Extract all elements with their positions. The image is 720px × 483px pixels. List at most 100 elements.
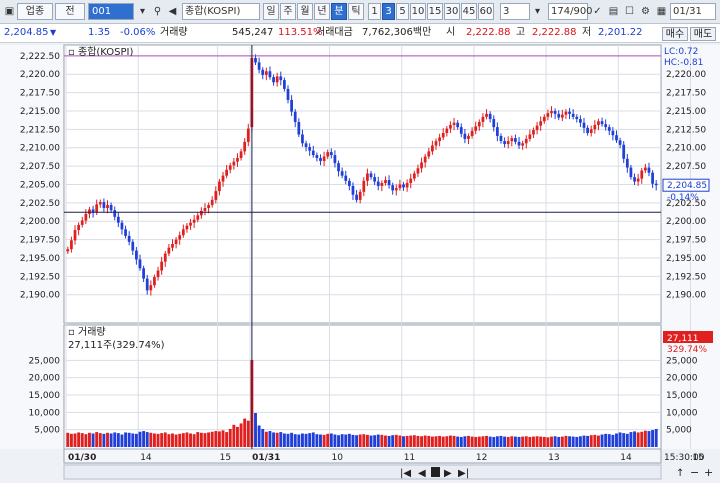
volume-bar (510, 436, 514, 447)
period-button-4[interactable]: 분 (331, 3, 347, 20)
chevron-down-icon[interactable]: ▾ (530, 3, 545, 20)
candle-body (178, 235, 182, 240)
candle-body (70, 240, 73, 250)
scroll-last-icon[interactable]: ▶| (458, 468, 469, 479)
candle-body (344, 175, 348, 181)
open-label: 시 (446, 27, 456, 38)
volume-bar (196, 432, 200, 447)
volume-bar (351, 434, 355, 447)
volume-bar (647, 431, 651, 447)
candle-body (225, 169, 229, 176)
scroll-first-icon[interactable]: |◀ (400, 468, 411, 479)
candle-body (492, 119, 496, 128)
candle-body (124, 229, 127, 236)
market-select[interactable]: 업종 (17, 3, 53, 20)
volume-bar (236, 426, 239, 447)
volume-bar (181, 433, 185, 447)
candle-body (643, 167, 647, 171)
calendar-icon[interactable]: ▦ (654, 3, 669, 20)
minute-button-10[interactable]: 10 (410, 3, 426, 20)
candle-body (416, 168, 420, 174)
volume-bar (304, 433, 308, 447)
minute-button-3[interactable]: 3 (382, 3, 395, 20)
volume-bar (311, 432, 315, 447)
check-icon[interactable]: ☐ (622, 3, 637, 20)
time-label: 12 (476, 453, 487, 463)
candle-body (391, 185, 395, 191)
candle-body (290, 99, 293, 112)
minute-button-30[interactable]: 30 (444, 3, 460, 20)
volume-bar (66, 432, 70, 447)
volume-bar (257, 425, 261, 447)
period-button-0[interactable]: 일 (263, 3, 279, 20)
chart-area[interactable]: 2,222.50 2,220.00 2,217.50 2,215.00 2,212.50… (0, 43, 720, 483)
candle-body (207, 205, 210, 208)
magnifier-icon[interactable]: ⚲ (150, 3, 165, 20)
volume-bar (160, 433, 164, 447)
period-button-5[interactable]: 틱 (348, 3, 364, 20)
volume-bar (600, 434, 604, 447)
period-button-3[interactable]: 년 (314, 3, 330, 20)
up-arrow-icon[interactable]: ↑ (676, 468, 684, 479)
candle-body (369, 173, 373, 178)
candle-body (192, 219, 196, 223)
volume-tick-left: 10,000 (29, 408, 61, 418)
toolbar: ▣ 업종 전 001 ▾ ⚲ ◀ 종합(KOSPI) 3 ▾ 174/900 ✓… (0, 0, 720, 24)
volume-bar (398, 435, 402, 447)
high-label: 고 (516, 27, 526, 38)
volume-bar (315, 434, 319, 447)
candle-body (145, 278, 149, 291)
volume-bar (568, 436, 572, 447)
volume-bar (553, 436, 557, 447)
scrollbar[interactable] (63, 464, 662, 480)
volume-bar (412, 435, 416, 447)
minute-button-5[interactable]: 5 (396, 3, 409, 20)
count-field[interactable]: 174/900 (548, 3, 593, 20)
zoom-in-icon[interactable]: + (704, 466, 713, 479)
save-icon[interactable]: ▤ (606, 3, 621, 20)
minute-button-60[interactable]: 60 (478, 3, 494, 20)
candle-body (503, 141, 506, 145)
volume-bar (120, 434, 124, 447)
check-icon[interactable]: ✓ (590, 3, 605, 20)
minute-button-1[interactable]: 1 (368, 3, 381, 20)
gear-icon[interactable]: ⚙ (638, 3, 653, 20)
volume-bar (445, 436, 449, 447)
minute-button-45[interactable]: 45 (461, 3, 477, 20)
minute-button-15[interactable]: 15 (427, 3, 443, 20)
date-field[interactable]: 01/31 (670, 3, 716, 20)
price-tick-left: 2,202.50 (20, 199, 60, 209)
chart-canvas[interactable]: 2,222.50 2,220.00 2,217.50 2,215.00 2,212.50… (0, 43, 720, 483)
candle-body (651, 172, 654, 184)
time-label: 14 (140, 453, 152, 463)
volume-bar (138, 431, 142, 447)
volume-bar (607, 434, 611, 447)
volume-bar (189, 433, 192, 447)
scroll-prev-icon[interactable]: ◀ (418, 468, 426, 479)
market-selector-icon[interactable]: ▣ (2, 3, 17, 20)
zoom-out-icon[interactable]: − (690, 466, 699, 479)
sell-button[interactable]: 매도 (690, 27, 716, 41)
candle-body (261, 69, 265, 75)
code-input[interactable]: 001 (88, 3, 134, 20)
scope-select[interactable]: 전 (55, 3, 85, 20)
scroll-next-icon[interactable]: ▶ (444, 468, 452, 479)
candle-body (539, 121, 543, 126)
volume-bar (488, 436, 492, 447)
buy-button[interactable]: 매수 (662, 27, 688, 41)
volume-bar (358, 434, 362, 447)
volume-bar (347, 433, 351, 447)
period-button-1[interactable]: 주 (280, 3, 296, 20)
speaker-icon[interactable]: ◀ (165, 3, 180, 20)
volume-bar (84, 434, 88, 447)
volume-tag-text: 27,111 (667, 334, 699, 344)
volume-bar (524, 436, 528, 447)
volume-bar (261, 428, 265, 447)
volume-bar (629, 432, 633, 447)
stop-icon[interactable] (431, 467, 440, 477)
chevron-down-icon[interactable]: ▾ (135, 3, 150, 20)
period-button-2[interactable]: 월 (297, 3, 313, 20)
interval-input[interactable]: 3 (500, 3, 530, 20)
time-label: 11 (404, 453, 415, 463)
candle-body (467, 135, 470, 139)
